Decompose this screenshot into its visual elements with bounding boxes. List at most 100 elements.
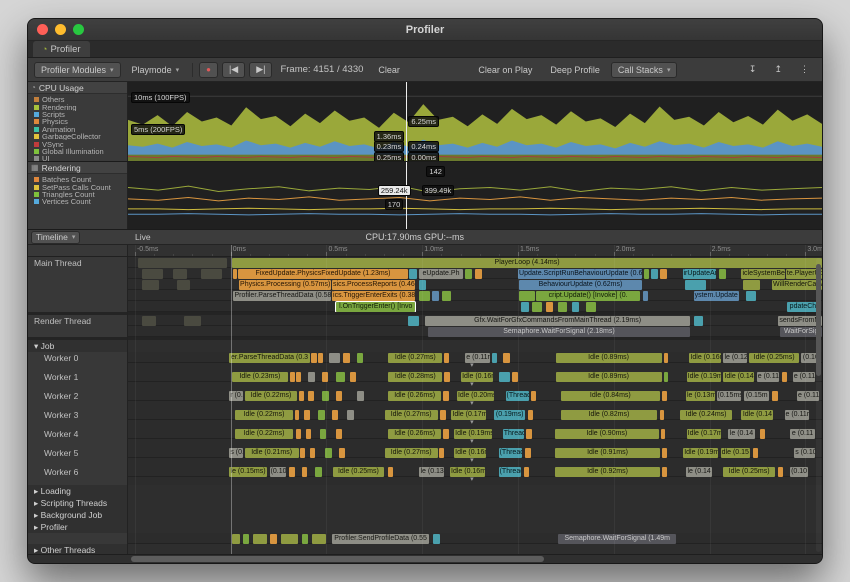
- timeline-segment[interactable]: WillRenderCanvases: [772, 280, 822, 290]
- timeline-segment[interactable]: Semaphore.WaitForSignal (2.18ms): [428, 327, 690, 337]
- load-profile-icon[interactable]: ↧: [742, 62, 764, 78]
- rendering-chart[interactable]: 142 259.24k 399.49k 170: [128, 162, 822, 229]
- timeline-segment[interactable]: [531, 391, 537, 401]
- tab-profiler[interactable]: ◔ Profiler: [33, 41, 90, 57]
- timeline-segment[interactable]: [142, 316, 156, 326]
- thread-label-profiler[interactable]: ▸ Profiler: [28, 521, 128, 533]
- timeline-segment[interactable]: e (0.11r: [757, 372, 779, 382]
- timeline-segment[interactable]: Idle (0.23ms): [232, 372, 288, 382]
- timeline-segment[interactable]: [465, 269, 472, 279]
- thread-label-job[interactable]: ▾ Job: [28, 340, 128, 352]
- timeline-segment[interactable]: [521, 302, 529, 312]
- timeline-segment[interactable]: (0.10: [790, 467, 808, 477]
- thread-track[interactable]: er.ParseThreadData (0.3Idle (0.27ms)e (0…: [128, 352, 822, 371]
- timeline-segment[interactable]: [299, 391, 304, 401]
- timeline-segment[interactable]: Idle (0.89ms): [556, 372, 662, 382]
- timeline-segment[interactable]: [253, 534, 267, 544]
- playmode-dropdown[interactable]: Playmode ▾: [125, 62, 187, 78]
- thread-label-worker-0[interactable]: Worker 0: [28, 352, 128, 371]
- timeline-segment[interactable]: [743, 280, 760, 290]
- timeline-segment[interactable]: Idle (0.22ms): [245, 391, 298, 401]
- timeline-segment[interactable]: [746, 291, 756, 301]
- legend-item[interactable]: Scripts: [34, 111, 125, 118]
- timeline-segment[interactable]: [443, 391, 449, 401]
- timeline-view-dropdown[interactable]: Timeline ▾: [31, 231, 80, 244]
- thread-track[interactable]: Idle (0.22ms)Idle (0.27ms)Idle (0.17ms)(…: [128, 409, 822, 428]
- timeline-segment[interactable]: e (0.11r: [465, 353, 490, 363]
- thread-track[interactable]: [128, 497, 822, 509]
- save-profile-icon[interactable]: ↥: [767, 62, 789, 78]
- timeline-segment[interactable]: (Thread0: [506, 391, 530, 401]
- timeline-segment[interactable]: [336, 372, 344, 382]
- timeline-segment[interactable]: [526, 429, 532, 439]
- thread-track[interactable]: [128, 509, 822, 521]
- timeline-segment[interactable]: Idle (0.25ms): [749, 353, 799, 363]
- legend-item[interactable]: Rendering: [34, 103, 125, 110]
- timeline-segment[interactable]: [546, 302, 553, 312]
- timeline-segment[interactable]: e (0.11: [790, 429, 815, 439]
- timeline-segment[interactable]: sics.ProcessReports (0.46: [332, 280, 415, 290]
- timeline-segment[interactable]: [357, 353, 363, 363]
- legend-item[interactable]: SetPass Calls Count: [34, 183, 125, 190]
- timeline-segment[interactable]: le (0.12r: [723, 353, 747, 363]
- thread-label-worker-3[interactable]: Worker 3: [28, 409, 128, 428]
- timeline-segment[interactable]: [347, 410, 354, 420]
- timeline-segment[interactable]: Idle (0.27ms): [388, 353, 442, 363]
- timeline-segment[interactable]: [433, 534, 440, 544]
- timeline-segment[interactable]: [572, 302, 579, 312]
- timeline-segment[interactable]: Thread0: [503, 429, 524, 439]
- timeline-segment[interactable]: [357, 391, 364, 401]
- timeline-segment[interactable]: BehaviourUpdate (0.62ms): [519, 280, 641, 290]
- timeline-segment[interactable]: [661, 429, 665, 439]
- timeline-segment[interactable]: [432, 291, 439, 301]
- timeline-segment[interactable]: Idle (0.82ms): [561, 410, 657, 420]
- timeline-segment[interactable]: Idle (0.16ms): [689, 353, 721, 363]
- legend-item[interactable]: VSync: [34, 140, 125, 147]
- timeline-segment[interactable]: [760, 429, 766, 439]
- kebab-menu-icon[interactable]: ⋮: [793, 62, 816, 78]
- timeline-segment[interactable]: ics.TriggerEnterExits (0.38: [332, 291, 415, 301]
- previous-frame-button[interactable]: |◀: [222, 62, 245, 78]
- timeline-segment[interactable]: le (0.15ms): [229, 467, 266, 477]
- timeline-segment[interactable]: [524, 467, 530, 477]
- timeline-segment[interactable]: [295, 410, 300, 420]
- timeline-segment[interactable]: Idle (0.91ms): [555, 448, 660, 458]
- titlebar[interactable]: Profiler: [28, 19, 822, 41]
- timeline-segment[interactable]: FixedUpdate.PhysicsFixedUpdate (1.23ms): [238, 269, 407, 279]
- thread-track[interactable]: le (0.15ms)(0.10Idle (0.25ms)le (0.13mId…: [128, 466, 822, 485]
- minimize-button[interactable]: [55, 24, 66, 35]
- timeline-segment[interactable]: [308, 391, 314, 401]
- timeline-segment[interactable]: Idle (0.16ms): [450, 467, 485, 477]
- deep-profile-button[interactable]: Deep Profile: [543, 62, 607, 78]
- timeline-segment[interactable]: [440, 410, 446, 420]
- timeline-segment[interactable]: [492, 353, 498, 363]
- timeline-segment[interactable]: [336, 391, 342, 401]
- thread-track[interactable]: Idle (0.23ms)Idle (0.28ms)Idle (0.16ms)I…: [128, 371, 822, 390]
- timeline-segment[interactable]: [532, 302, 542, 312]
- thread-track[interactable]: [128, 521, 822, 533]
- timeline-segment[interactable]: [350, 372, 356, 382]
- expand-lanes-arrow[interactable]: ▾: [470, 437, 474, 445]
- zoom-button[interactable]: [73, 24, 84, 35]
- timeline-segment[interactable]: [408, 316, 418, 326]
- timeline-segment[interactable]: Idle (0.27ms): [385, 448, 438, 458]
- timeline-segment[interactable]: pdateCh: [787, 302, 818, 312]
- timeline-segment[interactable]: (0.19ms): [494, 410, 525, 420]
- thread-label-render-thread[interactable]: Render Thread: [28, 315, 128, 337]
- timeline-segment[interactable]: [419, 291, 429, 301]
- timeline-segment[interactable]: Idle (0.22ms): [235, 410, 293, 420]
- record-button[interactable]: ●: [199, 62, 218, 78]
- timeline-segment[interactable]: Idle (0.25ms): [333, 467, 384, 477]
- timeline-segment[interactable]: Idle (0.27ms): [385, 410, 438, 420]
- timeline-segment[interactable]: cript.Update() [Invoke] (0.: [536, 291, 640, 301]
- call-stacks-dropdown[interactable]: Call Stacks ▾: [611, 62, 678, 78]
- expand-lanes-arrow[interactable]: ▾: [470, 418, 474, 426]
- legend-item[interactable]: Batches Count: [34, 176, 125, 183]
- next-frame-button[interactable]: ▶|: [249, 62, 272, 78]
- timeline-segment[interactable]: [336, 429, 342, 439]
- timeline-segment[interactable]: [662, 448, 666, 458]
- thread-track[interactable]: [128, 485, 822, 497]
- timeline-segment[interactable]: [419, 280, 426, 290]
- timeline-segment[interactable]: [138, 258, 227, 268]
- timeline-segment[interactable]: Idle (0.25ms): [723, 467, 774, 477]
